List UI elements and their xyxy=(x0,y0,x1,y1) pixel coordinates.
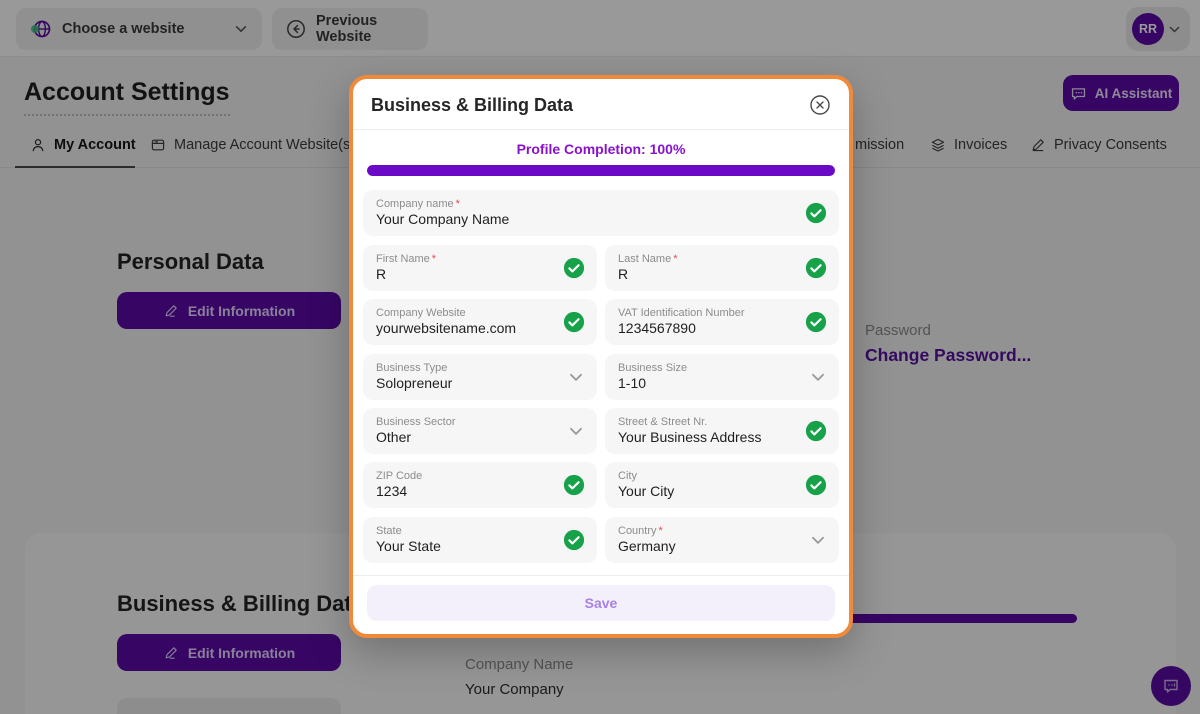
country-select[interactable]: Country* Germany xyxy=(605,517,839,563)
zip-code-field[interactable]: ZIP Code 1234 xyxy=(363,462,597,508)
field-label: State xyxy=(376,525,553,538)
company-name-field[interactable]: Company name* Your Company Name xyxy=(363,190,839,236)
field-label: Country xyxy=(618,525,657,537)
field-value: 1234567890 xyxy=(618,320,795,337)
state-field[interactable]: State Your State xyxy=(363,517,597,563)
modal-header: Business & Billing Data xyxy=(353,79,849,130)
field-value: Your Company Name xyxy=(376,211,795,228)
business-type-select[interactable]: Business Type Solopreneur xyxy=(363,354,597,400)
profile-completion-bar xyxy=(367,165,835,176)
valid-check-icon xyxy=(805,420,827,442)
chevron-down-icon xyxy=(809,531,827,549)
chevron-down-icon xyxy=(809,368,827,386)
valid-check-icon xyxy=(563,474,585,496)
valid-check-icon xyxy=(563,311,585,333)
vat-number-field[interactable]: VAT Identification Number 1234567890 xyxy=(605,299,839,345)
field-label: City xyxy=(618,470,795,483)
close-icon[interactable] xyxy=(809,94,831,116)
chevron-down-icon xyxy=(567,368,585,386)
business-billing-modal: Business & Billing Data Profile Completi… xyxy=(349,75,853,638)
field-label: Business Size xyxy=(618,362,795,375)
field-label: Company Website xyxy=(376,307,553,320)
field-value: R xyxy=(376,266,553,283)
business-size-select[interactable]: Business Size 1-10 xyxy=(605,354,839,400)
field-value: 1234 xyxy=(376,483,553,500)
field-value: Your State xyxy=(376,538,553,555)
city-field[interactable]: City Your City xyxy=(605,462,839,508)
valid-check-icon xyxy=(805,311,827,333)
field-label: Business Type xyxy=(376,362,553,375)
last-name-field[interactable]: Last Name* R xyxy=(605,245,839,291)
field-label: Last Name xyxy=(618,253,671,265)
field-value: Other xyxy=(376,429,553,446)
field-label: Business Sector xyxy=(376,416,553,429)
valid-check-icon xyxy=(805,474,827,496)
modal-form: Company name* Your Company Name First Na… xyxy=(353,176,849,575)
field-value: 1-10 xyxy=(618,375,795,392)
first-name-field[interactable]: First Name* R xyxy=(363,245,597,291)
field-label: First Name xyxy=(376,253,430,265)
field-label: Street & Street Nr. xyxy=(618,416,795,429)
chevron-down-icon xyxy=(567,422,585,440)
field-value: Your Business Address xyxy=(618,429,795,446)
field-value: Germany xyxy=(618,538,795,555)
valid-check-icon xyxy=(563,257,585,279)
required-asterisk: * xyxy=(673,253,677,265)
required-asterisk: * xyxy=(456,198,460,210)
company-website-field[interactable]: Company Website yourwebsitename.com xyxy=(363,299,597,345)
field-value: R xyxy=(618,266,795,283)
field-label: ZIP Code xyxy=(376,470,553,483)
profile-completion-fill xyxy=(367,165,835,176)
modal-footer: Save xyxy=(353,575,849,634)
save-button[interactable]: Save xyxy=(367,585,835,621)
valid-check-icon xyxy=(805,257,827,279)
profile-completion-text: Profile Completion: 100% xyxy=(353,141,849,157)
valid-check-icon xyxy=(805,202,827,224)
street-field[interactable]: Street & Street Nr. Your Business Addres… xyxy=(605,408,839,454)
valid-check-icon xyxy=(563,529,585,551)
required-asterisk: * xyxy=(659,525,663,537)
modal-title: Business & Billing Data xyxy=(371,95,573,116)
field-value: Solopreneur xyxy=(376,375,553,392)
account-settings-page: Choose a website Previous Website RR Acc… xyxy=(0,0,1200,714)
business-sector-select[interactable]: Business Sector Other xyxy=(363,408,597,454)
field-label: Company name xyxy=(376,198,454,210)
field-value: yourwebsitename.com xyxy=(376,320,553,337)
field-value: Your City xyxy=(618,483,795,500)
required-asterisk: * xyxy=(432,253,436,265)
field-label: VAT Identification Number xyxy=(618,307,795,320)
